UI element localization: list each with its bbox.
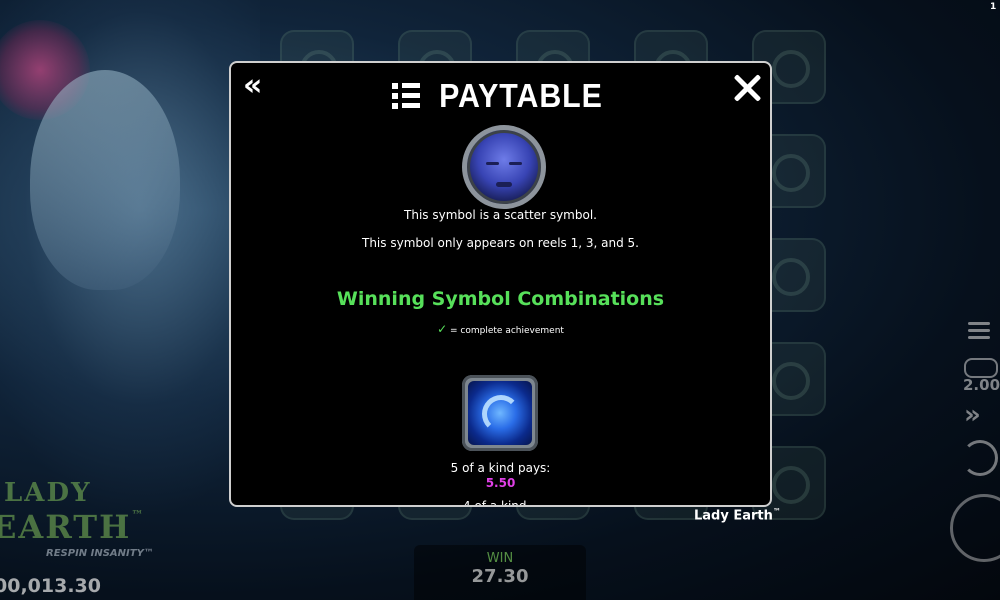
logo-line-2: EARTH™ [0, 508, 146, 546]
paytable-dialog: « PAYTABLE This symbol is a scatter symb… [229, 61, 772, 507]
coins-icon[interactable] [964, 358, 998, 378]
spin-button[interactable] [950, 494, 1000, 562]
balance-value: 00,013.30 [0, 575, 101, 597]
close-button[interactable] [733, 73, 763, 103]
bet-value[interactable]: 2.00 [963, 376, 1000, 394]
pays-value: 5.50 [485, 476, 516, 490]
paytable-title: PAYTABLE [438, 77, 603, 114]
menu-button[interactable] [968, 322, 990, 340]
pays-label: 5 of a kind pays: [450, 461, 551, 475]
win-label: WIN [486, 551, 514, 566]
scatter-symbol-icon [462, 125, 546, 209]
win-display: WIN 27.30 [414, 545, 586, 600]
turbo-button[interactable]: » [964, 402, 981, 428]
scatter-description: This symbol is a scatter symbol. [404, 208, 597, 222]
respin-insanity-tag: RESPIN INSANITY™ [46, 548, 154, 559]
achievement-legend-text: = complete achievement [450, 326, 564, 336]
next-combination-partial: 4 of a kind... [463, 499, 538, 507]
game-brand-label: Lady Earth™ [694, 507, 781, 524]
face [30, 70, 180, 290]
lady-earth-portrait [0, 0, 260, 520]
corner-mark: 1 [990, 2, 997, 12]
combinations-heading: Winning Symbol Combinations [336, 288, 665, 310]
autoplay-button[interactable] [962, 440, 998, 476]
logo-line-1: LADY [4, 478, 92, 508]
scatter-reels-note: This symbol only appears on reels 1, 3, … [362, 236, 639, 250]
win-value: 27.30 [471, 566, 529, 587]
checkmark-icon: ✓ [437, 322, 448, 336]
wild-swirl-symbol-icon [462, 375, 538, 451]
achievement-legend: ✓ = complete achievement [231, 322, 770, 336]
list-icon [391, 83, 420, 109]
paytable-header: PAYTABLE [231, 76, 770, 116]
